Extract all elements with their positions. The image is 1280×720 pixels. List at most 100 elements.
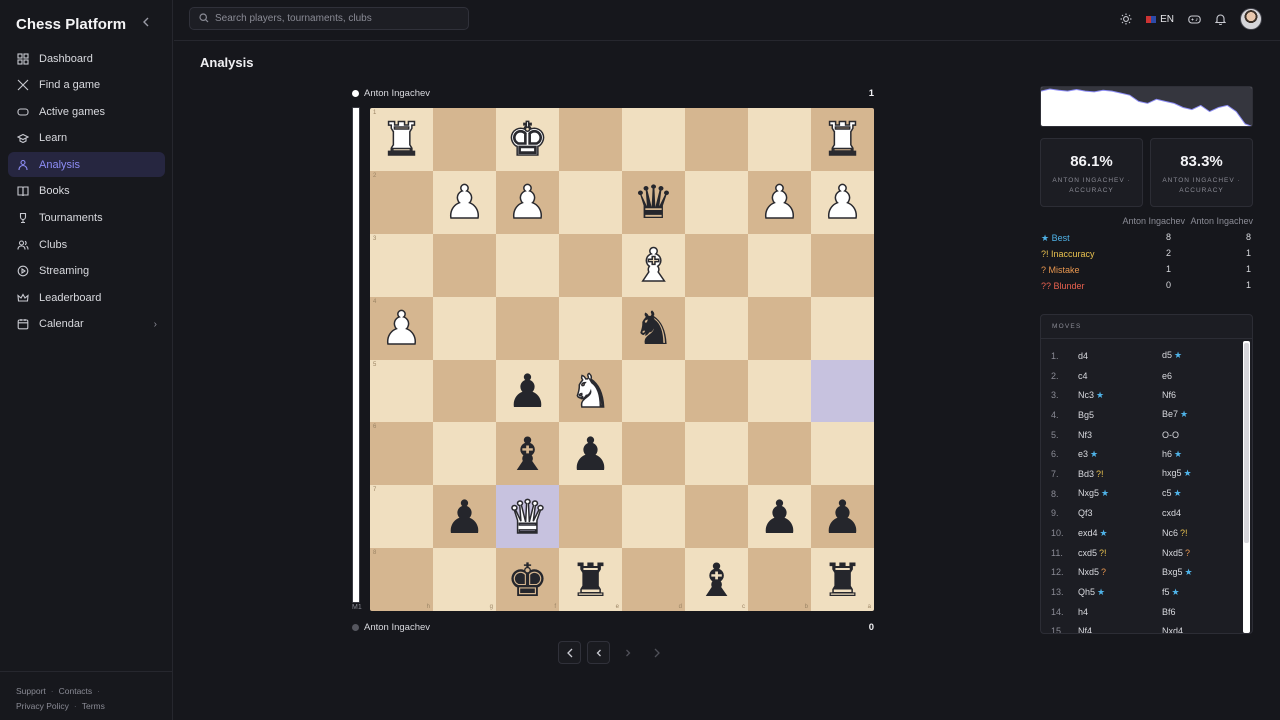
square-b7[interactable]: ♟	[748, 485, 811, 549]
black-move[interactable]: Nxd5?	[1162, 548, 1242, 558]
white-move[interactable]: Nf4	[1078, 626, 1162, 633]
square-b8[interactable]: b	[748, 548, 811, 611]
square-a3[interactable]	[811, 233, 874, 297]
white-king-piece[interactable]: ♚	[506, 116, 549, 164]
square-d2[interactable]: ♛	[622, 170, 685, 234]
square-e8[interactable]: e ♜	[559, 548, 622, 611]
square-c4[interactable]	[685, 296, 748, 360]
square-d6[interactable]	[622, 422, 685, 486]
square-h1[interactable]: 1 ♜	[370, 108, 433, 171]
square-g3[interactable]	[433, 233, 496, 297]
privacy-link[interactable]: Privacy Policy	[16, 701, 69, 711]
square-e1[interactable]	[559, 108, 622, 171]
sidebar-item-leaderboard[interactable]: Leaderboard	[8, 285, 165, 310]
white-move[interactable]: Nxg5 ★	[1078, 488, 1162, 499]
square-d4[interactable]: ♞	[622, 296, 685, 360]
chess-board[interactable]: 1 ♜ ♚ ♜ 2 ♟ ♟ ♛ ♟ ♟ 3 ♝ 4 ♟ ♞ 5 ♟ ♞ 6 ♝ ♟ 7 ♟ ♛ ♟ ♟ 8 h g f ♚ e ♜ d c ♝ b a ♜	[370, 108, 874, 611]
sidebar-item-learn[interactable]: Learn	[8, 126, 165, 151]
black-move[interactable]: Nxd4	[1162, 626, 1242, 633]
white-move[interactable]: d4	[1078, 351, 1162, 361]
black-move[interactable]: Be7 ★	[1162, 409, 1242, 420]
square-a4[interactable]	[811, 296, 874, 360]
language-selector[interactable]: EN	[1146, 14, 1174, 25]
square-f4[interactable]	[496, 296, 559, 360]
square-e3[interactable]	[559, 233, 622, 297]
white-pawn-piece[interactable]: ♟	[380, 304, 423, 352]
square-g5[interactable]	[433, 359, 496, 423]
contacts-link[interactable]: Contacts	[59, 686, 93, 696]
square-b5[interactable]	[748, 359, 811, 423]
white-knight-piece[interactable]: ♞	[569, 367, 612, 415]
square-a7[interactable]: ♟	[811, 485, 874, 549]
square-b1[interactable]	[748, 108, 811, 171]
black-move[interactable]: Bf6	[1162, 607, 1242, 617]
square-d1[interactable]	[622, 108, 685, 171]
black-move[interactable]: h6 ★	[1162, 449, 1242, 460]
square-b3[interactable]	[748, 233, 811, 297]
gamepad-icon[interactable]	[1188, 14, 1201, 25]
bell-icon[interactable]	[1215, 13, 1226, 25]
search-input[interactable]	[215, 13, 455, 24]
theme-toggle-sun-icon[interactable]	[1120, 13, 1132, 25]
square-d7[interactable]	[622, 485, 685, 549]
white-pawn-piece[interactable]: ♟	[821, 179, 864, 227]
top-player-name[interactable]: Anton Ingachev	[364, 88, 430, 99]
support-link[interactable]: Support	[16, 686, 46, 696]
next-move-button[interactable]	[616, 641, 639, 664]
square-f7[interactable]: ♛	[496, 485, 559, 549]
square-c2[interactable]	[685, 170, 748, 234]
sidebar-item-books[interactable]: Books	[8, 179, 165, 204]
previous-move-button[interactable]	[587, 641, 610, 664]
white-pawn-piece[interactable]: ♟	[506, 179, 549, 227]
white-move[interactable]: e3 ★	[1078, 449, 1162, 460]
square-b2[interactable]: ♟	[748, 170, 811, 234]
black-rook-piece[interactable]: ♜	[822, 557, 863, 603]
black-bishop-piece[interactable]: ♝	[696, 557, 737, 603]
square-c8[interactable]: c ♝	[685, 548, 748, 611]
white-move[interactable]: Nf3	[1078, 430, 1162, 440]
square-d3[interactable]: ♝	[622, 233, 685, 297]
square-g1[interactable]	[433, 108, 496, 171]
search-box[interactable]	[189, 7, 469, 30]
black-pawn-piece[interactable]: ♟	[444, 494, 485, 540]
white-rook-piece[interactable]: ♜	[380, 116, 423, 164]
square-h6[interactable]: 6	[370, 422, 433, 486]
black-move[interactable]: cxd4	[1162, 508, 1242, 518]
black-move[interactable]: Nc6?!	[1162, 528, 1242, 538]
square-g8[interactable]: g	[433, 548, 496, 611]
white-move[interactable]: exd4 ★	[1078, 528, 1162, 539]
black-move[interactable]: c5 ★	[1162, 488, 1242, 499]
square-g4[interactable]	[433, 296, 496, 360]
square-c5[interactable]	[685, 359, 748, 423]
black-bishop-piece[interactable]: ♝	[507, 431, 548, 477]
square-a8[interactable]: a ♜	[811, 548, 874, 611]
black-pawn-piece[interactable]: ♟	[507, 368, 548, 414]
white-pawn-piece[interactable]: ♟	[758, 179, 801, 227]
square-h8[interactable]: 8h	[370, 548, 433, 611]
sidebar-item-calendar[interactable]: Calendar ›	[8, 312, 165, 337]
black-move[interactable]: O-O	[1162, 430, 1242, 440]
square-h2[interactable]: 2	[370, 170, 433, 234]
white-move[interactable]: Nxd5?	[1078, 567, 1162, 577]
evaluation-graph[interactable]	[1040, 86, 1253, 127]
square-c1[interactable]	[685, 108, 748, 171]
square-f6[interactable]: ♝	[496, 422, 559, 486]
moves-scrollbar[interactable]	[1243, 341, 1250, 633]
sidebar-item-dashboard[interactable]: Dashboard	[8, 46, 165, 71]
white-rook-piece[interactable]: ♜	[821, 116, 864, 164]
square-f8[interactable]: f ♚	[496, 548, 559, 611]
square-a5[interactable]	[811, 359, 874, 423]
square-h4[interactable]: 4 ♟	[370, 296, 433, 360]
black-king-piece[interactable]: ♚	[507, 557, 548, 603]
square-f3[interactable]	[496, 233, 559, 297]
black-rook-piece[interactable]: ♜	[570, 557, 611, 603]
sidebar-item-analysis[interactable]: Analysis	[8, 152, 165, 178]
white-move[interactable]: Bd3?!	[1078, 469, 1162, 479]
last-move-button[interactable]	[645, 641, 668, 664]
sidebar-item-tournaments[interactable]: Tournaments	[8, 206, 165, 231]
first-move-button[interactable]	[558, 641, 581, 664]
square-c7[interactable]	[685, 485, 748, 549]
square-e4[interactable]	[559, 296, 622, 360]
square-g7[interactable]: ♟	[433, 485, 496, 549]
square-h5[interactable]: 5	[370, 359, 433, 423]
